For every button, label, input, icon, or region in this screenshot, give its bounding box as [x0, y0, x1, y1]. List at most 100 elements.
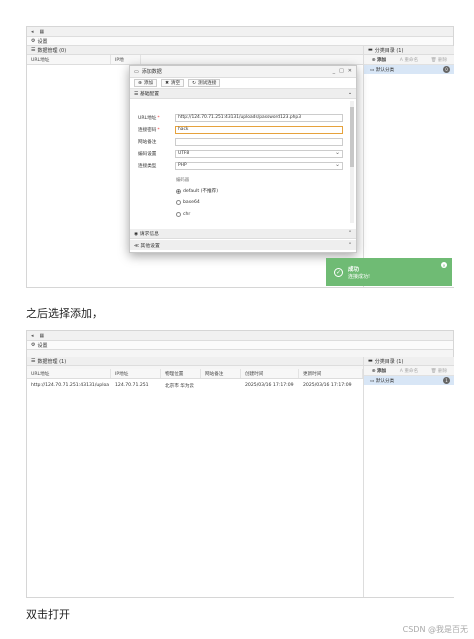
settings-bar: ⚙ 设置	[27, 341, 453, 350]
category-add-button[interactable]: ⊕ 添加	[364, 57, 394, 63]
column-header-note[interactable]: 网站备注	[201, 369, 241, 378]
encoder-option-label: default (不推荐)	[183, 189, 218, 194]
type-row: 连接类型 PHP	[138, 161, 343, 170]
url-row: URL地址* http://124.70.71.251:43131/upload…	[138, 113, 343, 122]
category-add-button[interactable]: ⊕ 添加	[364, 368, 394, 374]
cell-location: 北京市 华为云	[165, 383, 195, 389]
list-icon: ☰	[31, 358, 36, 364]
encoder-label: 编码器	[176, 178, 190, 183]
encoder-option-base64[interactable]: base64	[176, 200, 200, 205]
dialog-scrollbar[interactable]	[350, 101, 354, 223]
tab-bar: ◂ ▦	[27, 27, 453, 37]
clear-icon: ✖	[165, 80, 169, 86]
category-panel: ▬ 分类目录 (1) ⊕ 添加 A 重命名 🗑 删除 ▭ 默认分类 1	[363, 357, 454, 597]
tab-bar: ◂ ▦	[27, 331, 453, 341]
encoding-row: 编码设置 UTF8	[138, 149, 343, 158]
chevron-up-icon: ⌃	[347, 242, 352, 248]
encoder-option-chr[interactable]: chr	[176, 212, 190, 217]
column-header-created[interactable]: 创建时间	[241, 369, 299, 378]
category-item-label: ▭ 默认分类	[370, 378, 395, 384]
note-row: 网站备注	[138, 137, 343, 146]
data-table-header: URL地址 IP地	[27, 55, 363, 65]
radio-icon	[176, 200, 181, 205]
section-basic-config[interactable]: ☰ 基础配置 ⌄	[130, 89, 356, 99]
cell-created: 2025/03/16 17:17:09	[245, 383, 294, 388]
table-row[interactable]: http://124.70.71.251:43131/uploa 124.70.…	[27, 381, 363, 390]
type-label: 连接类型	[138, 163, 157, 169]
dialog-titlebar[interactable]: ▭ 添加数据 _ □ ✕	[130, 66, 356, 78]
category-panel: ▬ 分类目录 (1) ⊕ 添加 A 重命名 🗑 删除 ▭ 默认分类 0	[363, 46, 454, 287]
section-other-settings[interactable]: ≪ 其他设置 ⌃	[130, 240, 356, 250]
cell-ip: 124.70.71.251	[115, 383, 149, 388]
close-button[interactable]: ✕	[348, 68, 352, 74]
tab-grid-icon[interactable]: ▦	[40, 333, 45, 339]
column-header-url[interactable]: URL地址	[27, 55, 111, 64]
clear-button-label: 清空	[170, 81, 181, 86]
column-header-url[interactable]: URL地址	[27, 369, 111, 378]
gear-icon: ⚙	[31, 38, 36, 44]
settings-label[interactable]: 设置	[37, 38, 47, 45]
encoder-option-default[interactable]: default (不推荐)	[176, 188, 218, 194]
toast-message: 连接成功!	[348, 273, 371, 280]
category-name: 默认分类	[375, 67, 395, 73]
note-label: 网站备注	[138, 139, 157, 145]
category-name: 默认分类	[375, 378, 395, 384]
scrollbar-thumb[interactable]	[350, 107, 354, 167]
back-icon[interactable]: ◂	[31, 333, 34, 339]
dialog-toolbar: ⊕ 添加 ✖ 清空 ↻ 测试连接	[130, 78, 356, 89]
column-header-ip[interactable]: IP地址	[111, 369, 161, 378]
add-button-label: 添加	[143, 81, 154, 86]
note-field[interactable]	[175, 137, 343, 146]
category-item-default[interactable]: ▭ 默认分类 1	[364, 376, 454, 385]
watermark: CSDN @我是百无	[402, 625, 468, 634]
category-add-label: 添加	[377, 368, 387, 374]
data-panel-title-text: 数据管理 (0)	[37, 47, 67, 54]
tab-grid-icon[interactable]: ▦	[40, 29, 45, 35]
column-header-updated[interactable]: 更新时间	[299, 369, 363, 378]
category-count-badge: 0	[443, 66, 450, 73]
category-delete-button[interactable]: 🗑 删除	[424, 57, 454, 63]
cell-updated: 2025/03/16 17:17:09	[303, 383, 352, 388]
add-button[interactable]: ⊕ 添加	[134, 79, 158, 87]
window-icon: ▭	[134, 68, 139, 75]
column-header-location[interactable]: 物理位置	[161, 369, 201, 378]
toast-close-icon[interactable]: ✕	[441, 262, 447, 268]
caption-1: 之后选择添加，	[26, 307, 103, 320]
data-panel-title: ☰ 数据管理 (0)	[27, 46, 363, 55]
category-panel-title: ▬ 分类目录 (1)	[364, 357, 454, 366]
check-circle-icon: ✓	[334, 267, 343, 277]
category-delete-label: 删除	[438, 57, 448, 63]
maximize-button[interactable]: □	[339, 68, 344, 74]
data-table-header: URL地址 IP地址 物理位置 网站备注 创建时间 更新时间	[27, 369, 363, 379]
minimize-button[interactable]: _	[333, 68, 336, 74]
section-request-info[interactable]: ◉ 请求信息 ⌃	[130, 229, 356, 239]
success-toast: ✓ 成功 连接成功! ✕	[326, 258, 452, 286]
list-icon: ☰	[31, 47, 36, 53]
cell-note	[201, 381, 241, 390]
settings-label[interactable]: 设置	[37, 342, 47, 349]
category-rename-button[interactable]: A 重命名	[394, 57, 424, 63]
encoding-select[interactable]: UTF8	[175, 149, 343, 158]
password-row: 连接密码* hack	[138, 125, 343, 134]
category-panel-title-text: 分类目录 (1)	[374, 47, 404, 54]
url-field[interactable]: http://124.70.71.251:43131/uploads/passw…	[175, 113, 343, 122]
category-toolbar: ⊕ 添加 A 重命名 🗑 删除	[364, 366, 454, 376]
add-data-dialog: ▭ 添加数据 _ □ ✕ ⊕ 添加 ✖ 清空 ↻ 测试连接 ☰ 基础配置 ⌄ URL地…	[129, 65, 357, 253]
category-item-default[interactable]: ▭ 默认分类 0	[364, 65, 454, 74]
category-rename-button[interactable]: A 重命名	[394, 368, 424, 374]
encoder-option-label: chr	[183, 212, 191, 217]
test-connection-button[interactable]: ↻ 测试连接	[188, 79, 221, 87]
antsword-window-2: ◂ ▦ ⚙ 设置 ☰ 数据管理 (1) URL地址 IP地址 物理位置 网站备注…	[26, 330, 454, 598]
data-table-body[interactable]	[27, 379, 363, 597]
category-delete-button[interactable]: 🗑 删除	[424, 368, 454, 374]
password-field[interactable]: hack	[175, 125, 343, 134]
radio-selected-icon	[176, 188, 181, 194]
clear-button[interactable]: ✖ 清空	[161, 79, 185, 87]
refresh-icon: ↻	[192, 80, 196, 86]
category-rename-label: 重命名	[404, 368, 419, 374]
column-header-ip[interactable]: IP地	[111, 55, 141, 64]
type-select[interactable]: PHP	[175, 161, 343, 170]
back-icon[interactable]: ◂	[31, 29, 34, 35]
settings-bar: ⚙ 设置	[27, 37, 453, 46]
category-add-label: 添加	[377, 57, 387, 63]
